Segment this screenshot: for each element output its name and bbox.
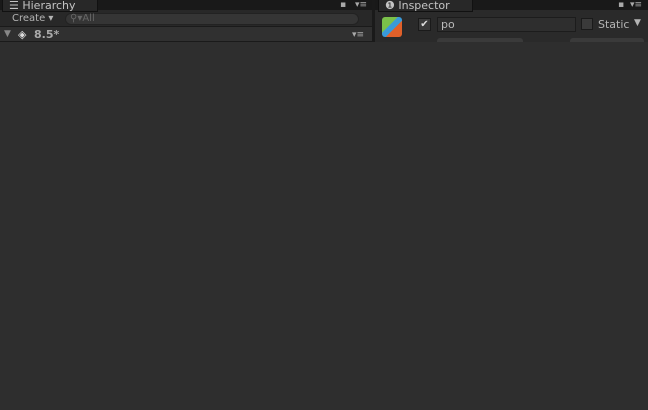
expand-triangle-icon[interactable]: ▼	[4, 29, 11, 39]
tab-hierarchy[interactable]: ☰ Hierarchy	[2, 0, 98, 12]
search-input[interactable]: ⚲▾All	[65, 13, 359, 25]
scene-menu-icon[interactable]: ▾≡	[352, 30, 364, 40]
static-dropdown-icon[interactable]: ▼	[634, 18, 641, 28]
panel-menu-icon[interactable]: ▾≡	[630, 0, 642, 10]
name-field[interactable]: po	[437, 17, 576, 32]
panel-menu-icon[interactable]: ▾≡	[355, 0, 367, 10]
gameobject-cube-icon[interactable]	[382, 17, 402, 37]
info-icon: ❶	[385, 0, 399, 12]
lock-icon[interactable]: ▪	[340, 0, 346, 10]
tab-inspector[interactable]: ❶ Inspector	[378, 0, 473, 12]
static-label: Static	[598, 18, 630, 31]
scene-name: 8.5*	[34, 28, 60, 41]
main-area	[0, 42, 648, 410]
lock-icon[interactable]: ▪	[618, 0, 624, 10]
active-checkbox[interactable]: ✔	[418, 18, 431, 31]
list-icon: ☰	[9, 0, 23, 12]
static-checkbox[interactable]	[581, 18, 593, 30]
unity-scene-icon: ◈	[18, 28, 27, 41]
search-icon: ⚲▾	[70, 13, 83, 24]
create-button[interactable]: Create ▾	[12, 13, 53, 24]
